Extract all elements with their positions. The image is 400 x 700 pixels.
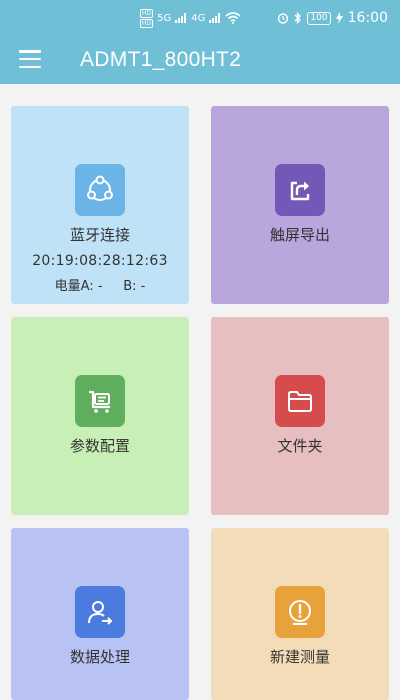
user-arrow-icon: [75, 586, 125, 638]
tile-label: 数据处理: [69, 648, 130, 666]
hamburger-menu-icon[interactable]: [19, 50, 41, 68]
hd-badge-1: HD: [140, 8, 154, 18]
status-time: 16:00: [347, 10, 388, 26]
tile-label: 文件夹: [277, 437, 323, 455]
tile-label: 蓝牙连接: [69, 226, 130, 244]
tile-label: 参数配置: [69, 437, 130, 455]
battery-b-label: B:: [123, 279, 137, 294]
battery-b-value: -: [140, 279, 146, 294]
tile-parameter-config[interactable]: 参数配置: [11, 317, 189, 515]
network-indicators: HD HD 5G 4G: [140, 8, 241, 28]
status-right: 100 16:00: [277, 8, 388, 28]
tile-folder[interactable]: 文件夹: [211, 317, 389, 515]
tile-label: 新建测量: [269, 648, 330, 666]
tile-label: 触屏导出: [269, 226, 330, 244]
status-bar: HD HD 5G 4G 100 16:00: [0, 0, 400, 36]
bluetooth-icon: [294, 12, 302, 24]
battery-a-label: 电量A:: [54, 279, 94, 294]
share-network-icon: [75, 164, 125, 216]
signal-1-icon: [175, 13, 187, 23]
export-icon: [275, 164, 325, 216]
battery-indicator: 100: [307, 11, 331, 25]
signal-1-label: 5G: [157, 12, 172, 24]
tile-new-measurement[interactable]: 新建测量: [211, 528, 389, 700]
tile-touch-export[interactable]: 触屏导出: [211, 106, 389, 304]
app-bar: ADMT1_800HT2: [0, 36, 400, 84]
battery-a-value: -: [97, 279, 103, 294]
alarm-icon: [278, 13, 289, 24]
hd-badges: HD HD: [140, 8, 154, 28]
signal-2-icon: [209, 13, 221, 23]
folder-icon: [275, 375, 325, 427]
gauge-icon: [275, 586, 325, 638]
cart-list-icon: [75, 375, 125, 427]
timestamp-text: 20:19:08:28:12:63: [32, 253, 168, 269]
tile-data-processing[interactable]: 数据处理: [11, 528, 189, 700]
main-grid: 蓝牙连接 20:19:08:28:12:63 电量A: - B: - 触屏导出 …: [0, 84, 400, 700]
wifi-icon: [225, 12, 241, 24]
charging-icon: [335, 12, 343, 24]
battery-status: 电量A: - B: -: [55, 275, 146, 294]
signal-2-label: 4G: [191, 12, 206, 24]
tile-bluetooth-connect[interactable]: 蓝牙连接 20:19:08:28:12:63 电量A: - B: -: [11, 106, 189, 304]
hd-badge-2: HD: [140, 18, 154, 28]
page-title: ADMT1_800HT2: [80, 48, 242, 71]
